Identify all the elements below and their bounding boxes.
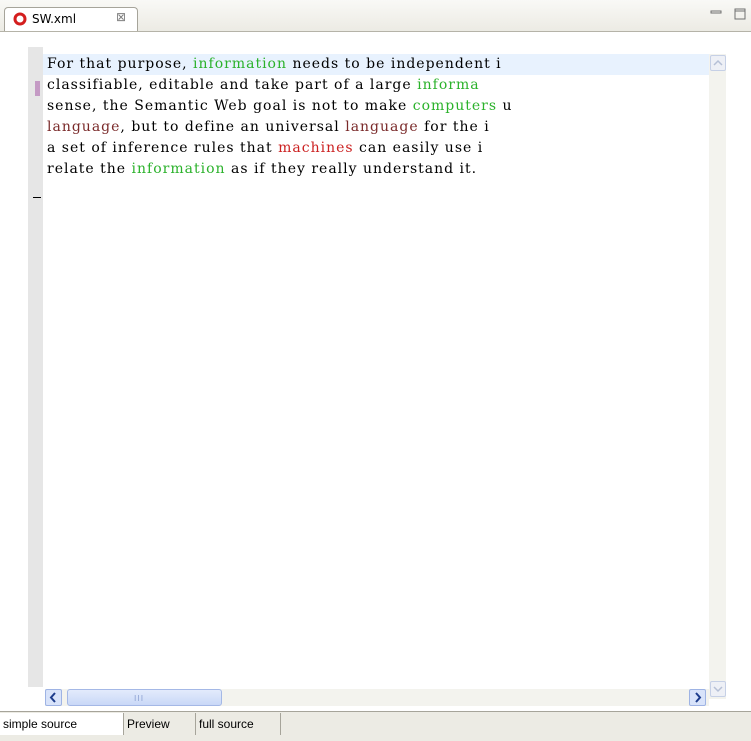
chevron-right-icon — [695, 692, 702, 703]
tab-label: simple source — [3, 717, 78, 731]
code-text: as if they really understand it. — [225, 161, 478, 177]
editor-text-area[interactable]: For that purpose, information needs to b… — [43, 54, 709, 684]
scroll-up-button[interactable] — [710, 55, 726, 71]
scroll-grip: III — [134, 694, 145, 703]
code-text: , but to define an universal — [120, 119, 346, 135]
code-text: relate the — [47, 161, 132, 177]
code-line: language, but to define an universal lan… — [47, 117, 490, 138]
xml-file-icon — [13, 12, 27, 26]
highlighted-term: computers — [412, 98, 498, 114]
scroll-left-button[interactable] — [45, 689, 62, 706]
maximize-icon[interactable] — [733, 6, 747, 20]
vertical-scrollbar[interactable] — [709, 54, 726, 699]
editor-page-tabs: simple source Preview full source — [0, 711, 751, 741]
scroll-right-button[interactable] — [689, 689, 706, 706]
tab-simple-source[interactable]: simple source — [0, 713, 124, 735]
code-text: sense, the Semantic Web goal is not to m… — [47, 98, 413, 114]
tab-full-source[interactable]: full source — [196, 713, 281, 735]
code-text: needs to be independent i — [287, 56, 502, 72]
highlighted-term: language — [345, 119, 419, 135]
code-line: a set of inference rules that machines c… — [47, 138, 483, 159]
code-line: classifiable, editable and take part of … — [47, 75, 480, 96]
vertical-ruler — [28, 47, 43, 687]
code-text: a set of inference rules that — [47, 140, 279, 156]
code-text: can easily use i — [353, 140, 484, 156]
tab-label: Preview — [127, 717, 170, 731]
chevron-up-icon — [713, 59, 723, 66]
minimize-icon[interactable] — [709, 6, 723, 20]
code-text: u — [497, 98, 513, 114]
highlighted-term: information — [193, 56, 287, 72]
close-icon[interactable]: ⊠ — [116, 10, 126, 24]
chevron-down-icon — [713, 686, 723, 693]
cursor-marker — [33, 197, 41, 198]
text-editor[interactable]: For that purpose, information needs to b… — [0, 32, 751, 699]
chevron-left-icon — [49, 692, 56, 703]
highlighted-term: machines — [278, 140, 354, 156]
tab-label: full source — [199, 717, 254, 731]
editor-tab-title: SW.xml — [32, 12, 77, 26]
code-line: sense, the Semantic Web goal is not to m… — [47, 96, 513, 117]
tab-preview[interactable]: Preview — [124, 713, 196, 735]
code-text: classifiable, editable and take part of … — [47, 77, 418, 93]
horizontal-scroll-thumb[interactable]: III — [67, 689, 222, 706]
highlighted-term: informa — [417, 77, 480, 93]
code-text: For that purpose, — [47, 56, 194, 72]
code-line: For that purpose, information needs to b… — [47, 54, 502, 75]
change-marker — [35, 81, 40, 96]
editor-tab-strip: SW.xml ⊠ — [0, 0, 751, 32]
code-line: relate the information as if they really… — [47, 159, 477, 180]
scroll-down-button[interactable] — [710, 681, 726, 697]
code-text: for the i — [418, 119, 490, 135]
horizontal-scrollbar[interactable]: III — [45, 689, 709, 706]
highlighted-term: information — [131, 161, 226, 177]
editor-tab-sw-xml[interactable]: SW.xml ⊠ — [4, 7, 138, 31]
highlighted-term: language — [47, 119, 121, 135]
